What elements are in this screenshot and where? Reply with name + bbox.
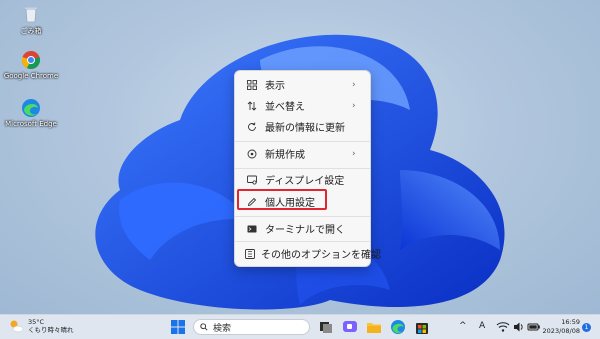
edge-taskbar-icon[interactable]: [390, 319, 406, 335]
more-options-icon: [245, 247, 255, 261]
battery-icon[interactable]: [527, 320, 541, 334]
chrome-icon: [22, 51, 40, 69]
menu-item-label: 表示: [265, 81, 285, 92]
menu-separator: [235, 216, 370, 217]
weather-condition: くもり時々晴れ: [28, 326, 74, 334]
highlight-annotation-box: [237, 189, 327, 210]
menu-item-label: 最新の情報に更新: [265, 123, 345, 134]
desktop-icon-edge[interactable]: Microsoft Edge: [2, 98, 60, 128]
menu-item-new[interactable]: 新規作成 ›: [239, 143, 366, 164]
weather-temp: 35°C: [28, 318, 45, 326]
desktop-icon-label: ごみ箱: [20, 27, 42, 35]
network-wifi-icon[interactable]: [496, 320, 510, 334]
menu-item-label: 新規作成: [265, 150, 305, 161]
search-icon: [200, 323, 208, 331]
task-view-icon[interactable]: [318, 319, 334, 335]
desktop[interactable]: ごみ箱 Google Chrome Microsoft Edge 表示 › 並べ…: [0, 0, 600, 314]
notification-badge[interactable]: 1: [582, 323, 591, 332]
ime-indicator[interactable]: A: [479, 321, 485, 331]
menu-item-display-settings[interactable]: ディスプレイ設定: [239, 169, 366, 190]
grid-view-icon: [245, 78, 259, 92]
menu-item-label: 並べ替え: [265, 102, 305, 113]
recycle-bin-icon: [25, 7, 37, 23]
tray-overflow-chevron[interactable]: ^: [459, 321, 467, 331]
chevron-right-icon: ›: [352, 79, 356, 90]
microsoft-store-icon[interactable]: [414, 319, 430, 335]
menu-item-sort[interactable]: 並べ替え ›: [239, 95, 366, 116]
refresh-icon: [245, 120, 259, 134]
chat-icon[interactable]: [342, 319, 358, 335]
menu-item-label: その他のオプションを確認: [261, 250, 381, 261]
menu-item-label: ディスプレイ設定: [265, 176, 345, 187]
new-icon: [245, 147, 259, 161]
menu-item-view[interactable]: 表示 ›: [239, 74, 366, 95]
menu-item-open-terminal[interactable]: ターミナルで開く: [239, 218, 366, 239]
clock-time: 16:59: [561, 318, 580, 326]
taskbar: 35°C くもり時々晴れ 検索 ^ A 16:59 2023/08/08 1: [0, 314, 600, 339]
start-icon[interactable]: [170, 319, 186, 335]
edge-icon: [22, 99, 40, 117]
weather-widget[interactable]: 35°C くもり時々晴れ: [8, 318, 74, 334]
partly-cloudy-icon: [10, 320, 24, 333]
desktop-context-menu: 表示 › 並べ替え › 最新の情報に更新 新規作成 › ディスプレイ設定 個人用…: [234, 70, 381, 267]
menu-item-refresh[interactable]: 最新の情報に更新: [239, 116, 366, 137]
menu-item-more-options[interactable]: その他のオプションを確認: [239, 243, 381, 264]
desktop-icon-label: Google Chrome: [3, 72, 59, 80]
display-settings-icon: [245, 173, 259, 187]
menu-separator: [235, 141, 370, 142]
chevron-right-icon: ›: [352, 148, 356, 159]
volume-icon[interactable]: [512, 320, 526, 334]
menu-item-label: ターミナルで開く: [265, 225, 345, 236]
desktop-icon-chrome[interactable]: Google Chrome: [2, 50, 60, 80]
clock-date: 2023/08/08: [542, 327, 580, 335]
taskbar-search-box[interactable]: 検索: [193, 319, 310, 335]
file-explorer-icon[interactable]: [366, 319, 382, 335]
search-label: 検索: [213, 323, 232, 334]
system-clock[interactable]: 16:59 2023/08/08: [540, 318, 580, 336]
terminal-icon: [245, 222, 259, 236]
menu-separator: [235, 241, 370, 242]
desktop-icon-recycle-bin[interactable]: ごみ箱: [2, 4, 60, 36]
chevron-right-icon: ›: [352, 100, 356, 111]
sort-icon: [245, 99, 259, 113]
desktop-icon-label: Microsoft Edge: [5, 120, 57, 128]
